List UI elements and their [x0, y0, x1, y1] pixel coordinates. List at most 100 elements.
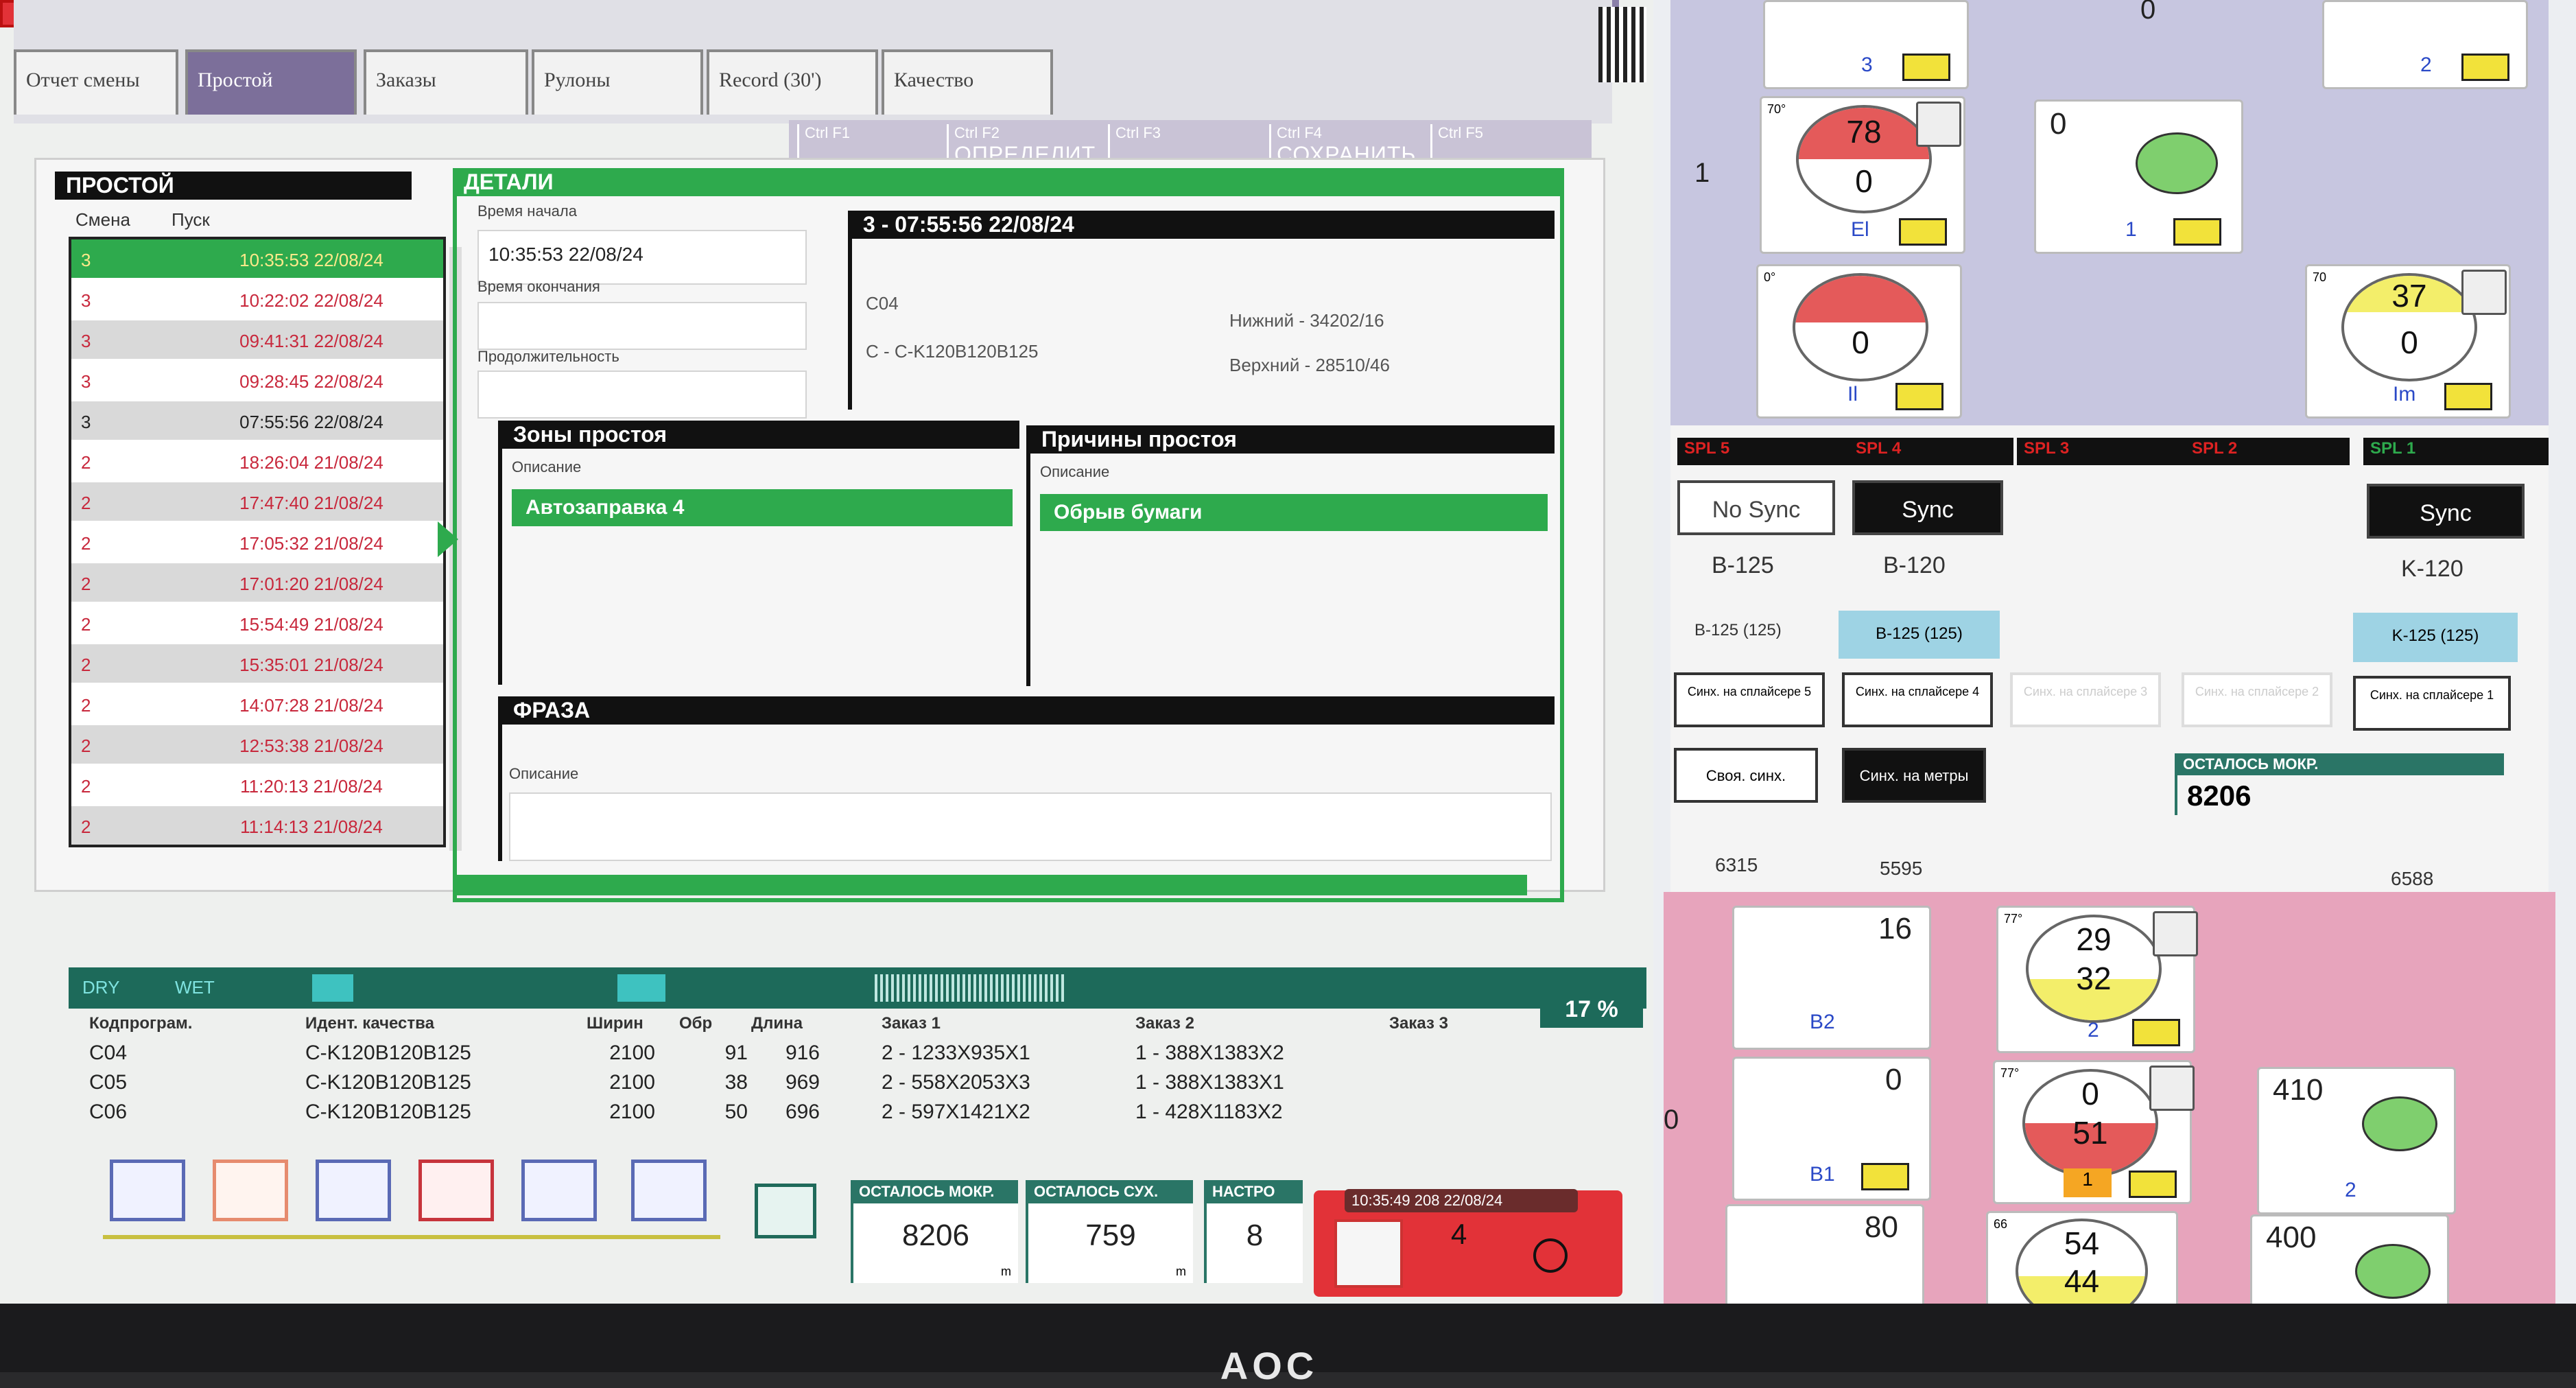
curve-z0-2-value: 0 [1885, 1063, 1902, 1096]
check-icon[interactable] [2129, 1171, 2177, 1198]
alarm-panel[interactable]: 10:35:49 208 22/08/24 4 [1314, 1189, 1622, 1297]
gauge-card-z0-2[interactable]: 77° 0 51 1 [1993, 1060, 2195, 1204]
report-icon[interactable] [213, 1160, 288, 1221]
table-cell: 916 [785, 1042, 820, 1064]
row-shift: 2 [81, 655, 91, 675]
counter-dry-unit: m [1176, 1265, 1186, 1278]
gauge-z0-3-bottom: 44 [2064, 1263, 2100, 1299]
duration-label: Продолжительность [477, 348, 619, 365]
duration-field[interactable] [477, 370, 807, 419]
fkey-3[interactable]: Ctrl F3 [1108, 124, 1275, 163]
gauge-card-z0-1[interactable]: 77° 29 32 2 [1996, 906, 2198, 1053]
info-icon[interactable] [1916, 102, 1961, 147]
check-icon[interactable] [2173, 218, 2221, 246]
camera-icon[interactable] [316, 1160, 391, 1221]
spl1-splice-sync-button[interactable]: Синх. на сплайсере 1 [2353, 676, 2511, 731]
row-shift: 2 [81, 493, 91, 513]
roll-card-z0-1[interactable]: 410 2 [2257, 1067, 2456, 1214]
check-icon[interactable] [2132, 1019, 2180, 1046]
alarm-list-icon[interactable] [418, 1160, 494, 1221]
tab-record[interactable]: Record (30') [707, 49, 878, 115]
list-item[interactable]: 2 17:01:20 21/08/24 [71, 563, 443, 602]
spl5-splice-sync-button[interactable]: Синх. на сплайсере 5 [1674, 672, 1825, 727]
spl2-splice-sync-button[interactable]: Синх. на сплайсере 2 [2182, 672, 2332, 727]
gauge-z0-2-value: 0 [2081, 1076, 2099, 1111]
spl3-splice-sync-button[interactable]: Синх. на сплайсере 3 [2010, 672, 2161, 727]
table-cell: C04 [89, 1042, 128, 1064]
list-item[interactable]: 3 10:35:53 22/08/24 [71, 239, 443, 278]
zone-selected[interactable]: Автозаправка 4 [512, 489, 1013, 526]
list-item[interactable]: 2 17:47:40 21/08/24 [71, 482, 443, 521]
gauge-card-z1-3[interactable]: 70 37 0 Im [2305, 264, 2511, 419]
gauge-z0-2-temp: 77° [2000, 1066, 2020, 1080]
roll-card-z1[interactable]: 0 1 [2034, 99, 2243, 254]
curve-card-z0-2[interactable]: 0 B1 [1732, 1057, 1931, 1201]
row-start: 14:07:28 21/08/24 [239, 695, 383, 716]
list-item[interactable]: 3 09:41:31 22/08/24 [71, 320, 443, 359]
save-disk-icon[interactable] [755, 1184, 816, 1238]
spl4-sync-button[interactable]: Sync [1852, 480, 2003, 535]
row-start: 12:53:38 21/08/24 [239, 736, 383, 756]
curve-card-z0-1[interactable]: 16 B2 [1732, 906, 1931, 1050]
meters-sync-button[interactable]: Синх. на метры [1842, 748, 1986, 803]
list-item[interactable]: 2 17:05:32 21/08/24 [71, 523, 443, 561]
list-item[interactable]: 3 07:55:56 22/08/24 [71, 401, 443, 440]
counter-wet-label: ОСТАЛОСЬ МОКР. [853, 1180, 1018, 1203]
gauge-card-z1-2[interactable]: 0° 0 Il [1756, 264, 1962, 419]
list-item[interactable]: 2 15:54:49 21/08/24 [71, 604, 443, 642]
fkey-2-define[interactable]: Ctrl F2 ОПРЕДЕЛИТ [947, 124, 1114, 167]
alarm-circle-icon [1533, 1238, 1568, 1273]
list-view-icon[interactable] [110, 1160, 185, 1221]
list-item[interactable]: 2 18:26:04 21/08/24 [71, 442, 443, 480]
list-item[interactable]: 2 12:53:38 21/08/24 [71, 725, 443, 764]
row-shift: 2 [81, 695, 91, 716]
start-time-field[interactable]: 10:35:53 22/08/24 [477, 230, 807, 285]
check-icon[interactable] [1902, 54, 1950, 81]
table-cell: 50 [724, 1101, 748, 1123]
list-item[interactable]: 2 11:14:13 21/08/24 [71, 806, 443, 845]
info-icon[interactable] [2461, 270, 2507, 315]
fkey-4-save[interactable]: Ctrl F4 СОХРАНИТЬ [1269, 124, 1437, 167]
info-icon[interactable] [2153, 911, 2198, 956]
spl4-grade: B-120 [1883, 552, 1946, 578]
end-time-field[interactable] [477, 302, 807, 350]
tab-orders[interactable]: Заказы [364, 49, 528, 115]
tab-shift-report[interactable]: Отчет смены [14, 49, 178, 115]
curve-z0-1-value: 16 [1878, 912, 1912, 945]
preheater-card-top-2[interactable]: 2 [2322, 0, 2528, 89]
list-item[interactable]: 2 11:20:13 21/08/24 [71, 766, 443, 804]
check-icon[interactable] [2444, 383, 2492, 410]
roll-z1-sub: 1 [2125, 218, 2137, 241]
check-icon[interactable] [2461, 54, 2509, 81]
preheater-card-top-1[interactable]: 3 [1763, 0, 1969, 89]
list-item[interactable]: 2 14:07:28 21/08/24 [71, 685, 443, 723]
check-icon[interactable] [1899, 218, 1947, 246]
gauge-card-z1-1[interactable]: 70° 78 0 El [1760, 96, 1965, 254]
document-icon[interactable] [521, 1160, 597, 1221]
list-item[interactable]: 3 10:22:02 22/08/24 [71, 280, 443, 318]
fkey-5[interactable]: Ctrl F5 [1430, 124, 1598, 163]
info-icon[interactable] [2149, 1066, 2195, 1111]
spl4-splice-sync-button[interactable]: Синх. на сплайсере 4 [1842, 672, 1993, 727]
gauge-z1-1-bottom: 0 [1855, 163, 1873, 199]
check-icon[interactable] [1895, 383, 1943, 410]
downtime-rows: 3 10:35:53 22/08/24 3 10:22:02 22/08/24 3 09:… [69, 237, 446, 847]
table-icon[interactable] [631, 1160, 707, 1221]
tab-rolls[interactable]: Рулоны [532, 49, 703, 115]
phrase-box: ФРАЗА Описание [498, 696, 1555, 861]
phrase-field[interactable] [509, 792, 1552, 861]
tab-downtime[interactable]: Простой [185, 49, 357, 115]
list-item[interactable]: 2 15:35:01 21/08/24 [71, 644, 443, 683]
zones-title: Зоны простоя [502, 421, 1019, 449]
gauge-z1-1-value: 78 [1846, 114, 1882, 150]
spl5-sync-button[interactable]: No Sync [1677, 480, 1835, 535]
list-item[interactable]: 3 09:28:45 22/08/24 [71, 361, 443, 399]
tab-quality[interactable]: Качество [882, 49, 1053, 115]
spl1-sync-button[interactable]: Sync [2367, 484, 2525, 539]
reason-selected[interactable]: Обрыв бумаги [1040, 494, 1548, 531]
fkey-1[interactable]: Ctrl F1 [797, 124, 954, 163]
spl1-grade: K-120 [2401, 556, 2463, 582]
th-width: Ширин [587, 1014, 643, 1033]
own-sync-button[interactable]: Своя. синх. [1674, 748, 1818, 803]
check-icon[interactable] [1861, 1163, 1909, 1190]
